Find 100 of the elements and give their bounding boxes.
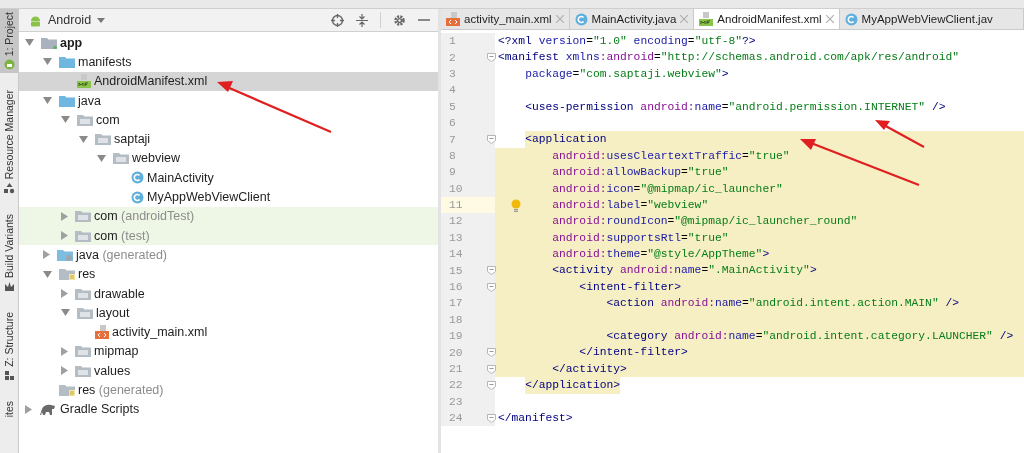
tree-item[interactable]: values xyxy=(19,361,438,381)
tool-window-tab[interactable]: Resource Manager xyxy=(0,87,18,197)
fold-marker-icon[interactable] xyxy=(487,53,496,63)
tool-window-tab[interactable]: Build Variants xyxy=(0,210,18,295)
expanded-arrow-icon[interactable] xyxy=(61,116,70,124)
expanded-arrow-icon[interactable] xyxy=(79,135,88,143)
line-number: 13 xyxy=(449,231,463,244)
fold-marker-icon[interactable] xyxy=(487,364,496,374)
view-dropdown[interactable]: Android xyxy=(29,13,106,27)
fold-marker-icon[interactable] xyxy=(487,282,496,292)
code-line: </intent-filter> xyxy=(579,345,688,361)
expanded-arrow-icon[interactable] xyxy=(61,309,70,317)
fold-marker-icon[interactable] xyxy=(487,348,496,358)
class-icon xyxy=(574,12,588,26)
tree-item[interactable]: AndroidManifest.xml xyxy=(19,71,438,91)
expanded-arrow-icon[interactable] xyxy=(97,154,106,162)
folder-icon xyxy=(59,384,75,396)
collapsed-arrow-icon[interactable] xyxy=(61,366,68,376)
tree-item[interactable]: Gradle Scripts xyxy=(19,399,438,419)
tree-item[interactable]: java xyxy=(19,90,438,111)
tree-item[interactable]: app xyxy=(19,33,438,53)
code-line: android:icon="@mipmap/ic_launcher" xyxy=(552,181,783,197)
expanded-arrow-icon[interactable] xyxy=(43,58,52,66)
editor-tab[interactable]: activity_main.xml xyxy=(441,9,570,29)
expanded-arrow-icon[interactable] xyxy=(43,270,52,278)
caret-icon xyxy=(97,17,106,23)
collapsed-arrow-icon[interactable] xyxy=(61,231,68,241)
line-number: 3 xyxy=(449,67,456,80)
collapsed-arrow-icon[interactable] xyxy=(61,346,68,356)
code-line: android:usesCleartextTraffic="true" xyxy=(552,148,790,164)
close-icon[interactable] xyxy=(555,15,564,23)
expanded-arrow-icon[interactable] xyxy=(43,97,52,105)
expanded-arrow-icon[interactable] xyxy=(25,39,34,47)
structure-icon xyxy=(3,369,15,381)
line-number: 22 xyxy=(449,379,463,392)
line-number: 1 xyxy=(449,35,456,48)
tree-item[interactable]: drawable xyxy=(19,283,438,304)
tree-item[interactable]: saptaji xyxy=(19,129,438,149)
code-line: <?xml version="1.0" encoding="utf-8"?> xyxy=(498,34,756,49)
build-icon xyxy=(3,280,15,292)
collapsed-arrow-icon[interactable] xyxy=(43,250,50,260)
tree-item[interactable]: res (generated) xyxy=(19,380,438,400)
line-number: 18 xyxy=(449,313,463,326)
tree-item[interactable]: layout xyxy=(19,303,438,323)
android-icon xyxy=(3,59,15,71)
locate-icon[interactable] xyxy=(331,13,344,27)
collapsed-arrow-icon[interactable] xyxy=(61,289,68,298)
fold-marker-icon[interactable] xyxy=(487,381,496,391)
layout-file-icon xyxy=(95,325,109,340)
folder-icon xyxy=(75,287,91,300)
line-number: 5 xyxy=(449,100,456,113)
tree-item[interactable]: com (test) xyxy=(19,225,438,246)
fold-marker-icon[interactable] xyxy=(487,266,496,276)
line-number: 2 xyxy=(449,51,456,64)
tree-item[interactable]: com xyxy=(19,110,438,130)
fold-marker-icon[interactable] xyxy=(487,135,496,145)
line-number: 17 xyxy=(449,297,463,310)
code-line: <manifest xmlns:android="http://schemas.android.com/apk/res/android" xyxy=(498,50,959,66)
class-icon xyxy=(131,190,144,204)
line-number: 21 xyxy=(449,363,463,375)
tree-item[interactable]: MyAppWebViewClient xyxy=(19,187,438,207)
tree-item[interactable]: activity_main.xml xyxy=(19,322,438,342)
code-line: <uses-permission android:name="android.permission.INTERNET" /> xyxy=(525,99,946,115)
close-icon[interactable] xyxy=(825,15,834,23)
folder-icon xyxy=(41,36,57,49)
editor-tab[interactable]: AndroidManifest.xml xyxy=(694,9,840,29)
code-line: <category android:name="android.intent.category.LAUNCHER" /> xyxy=(606,329,1014,345)
line-number: 14 xyxy=(449,248,463,261)
line-number: 11 xyxy=(449,199,463,212)
collapse-all-icon[interactable] xyxy=(356,13,368,27)
tree-item[interactable]: manifests xyxy=(19,52,438,72)
manifest-file-icon xyxy=(77,74,91,89)
tree-item[interactable]: MainActivity xyxy=(19,168,438,188)
tree-item[interactable]: com (androidTest) xyxy=(19,206,438,226)
folder-icon xyxy=(95,133,111,146)
editor-tab[interactable]: MyAppWebViewClient.jav xyxy=(839,9,1024,29)
lightbulb-icon[interactable] xyxy=(511,198,521,212)
tool-window-tab[interactable]: ites xyxy=(0,397,18,420)
collapsed-arrow-icon[interactable] xyxy=(61,211,68,221)
code-line: android:supportsRtl="true" xyxy=(552,230,729,246)
fold-marker-icon[interactable] xyxy=(487,414,496,423)
tree-item[interactable]: webview xyxy=(19,148,438,169)
tree-item[interactable]: res xyxy=(19,264,438,284)
tool-window-tab[interactable]: 1: Project xyxy=(0,9,18,74)
close-icon[interactable] xyxy=(680,15,689,23)
folder-icon xyxy=(113,152,129,165)
manifest-file-icon xyxy=(699,12,714,26)
folder-icon xyxy=(59,55,75,68)
folder-icon xyxy=(59,268,75,281)
tool-window-tab[interactable]: Z: Structure xyxy=(0,308,18,384)
folder-icon xyxy=(75,364,91,377)
tree-item[interactable]: java (generated) xyxy=(19,245,438,265)
settings-icon[interactable] xyxy=(393,13,406,27)
line-number: 15 xyxy=(449,264,463,277)
folder-icon xyxy=(77,306,93,319)
tree-item[interactable]: mipmap xyxy=(19,341,438,362)
collapsed-arrow-icon[interactable] xyxy=(25,404,32,414)
layout-file-icon xyxy=(446,12,460,26)
elephant-icon xyxy=(39,403,57,416)
code-line: </manifest> xyxy=(498,411,573,426)
